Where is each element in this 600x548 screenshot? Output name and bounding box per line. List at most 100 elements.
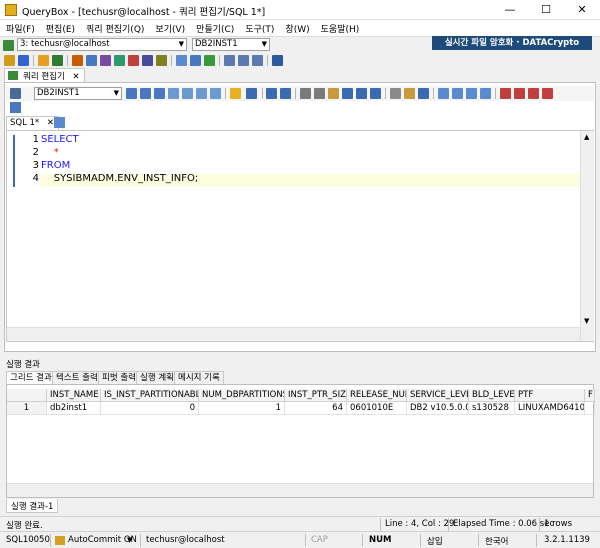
flag-clear-icon[interactable] (542, 88, 553, 99)
lowercase-icon[interactable] (480, 88, 491, 99)
indent-icon[interactable] (438, 88, 449, 99)
uncomment-icon[interactable] (210, 88, 221, 99)
scroll-down-icon[interactable]: ▼ (584, 317, 589, 325)
menu-view[interactable]: 보기(V) (149, 20, 190, 35)
column-header[interactable]: F (585, 389, 595, 402)
table-cell[interactable] (585, 402, 595, 415)
menu-tools[interactable]: 도구(T) (239, 20, 279, 35)
history-icon[interactable] (404, 88, 415, 99)
execute-icon[interactable] (126, 88, 137, 99)
open-file-icon[interactable] (230, 88, 241, 99)
goto-icon[interactable] (370, 88, 381, 99)
bookmark-icon[interactable] (418, 88, 429, 99)
table-cell[interactable]: 1 (199, 402, 285, 415)
table-cell[interactable]: LINUXAMD64105 (515, 402, 585, 415)
table-cell[interactable]: 0601010E (347, 402, 407, 415)
column-header[interactable]: INST_PTR_SIZE (285, 389, 347, 402)
format-icon[interactable] (182, 88, 193, 99)
column-header[interactable]: NUM_DBPARTITIONS (199, 389, 285, 402)
sequence-icon[interactable] (156, 55, 167, 66)
view-icon[interactable] (100, 55, 111, 66)
table-cell[interactable]: s130528 (469, 402, 515, 415)
schema-icon[interactable] (72, 55, 83, 66)
schema-select[interactable]: DB2INST1 ▼ (34, 87, 122, 100)
window-icon[interactable] (176, 55, 187, 66)
sql-editor[interactable]: 1 2 3 4 SELECT * FROM SYSIBMADM.ENV_INST… (6, 130, 594, 342)
table-cell[interactable]: 0 (101, 402, 199, 415)
refresh-icon[interactable] (204, 55, 215, 66)
settings-icon[interactable] (10, 88, 21, 99)
tab-sql-1[interactable]: SQL 1* ✕ (6, 116, 60, 130)
panel-icon[interactable] (252, 55, 263, 66)
outdent-icon[interactable] (452, 88, 463, 99)
flag-prev-icon[interactable] (528, 88, 539, 99)
table-cell[interactable]: db2inst1 (47, 402, 101, 415)
tab-result-1[interactable]: 실행 결과-1 (6, 499, 59, 513)
column-header[interactable]: SERVICE_LEVEL (407, 389, 469, 402)
column-header[interactable]: RELEASE_NUM (347, 389, 407, 402)
menu-create[interactable]: 만들기(C) (190, 20, 239, 35)
tab-text-output[interactable]: 텍스트 출력 (52, 371, 102, 384)
paste-icon[interactable] (328, 88, 339, 99)
menu-edit[interactable]: 편집(E) (40, 20, 80, 35)
copy-icon[interactable] (314, 88, 325, 99)
column-header[interactable]: PTF (515, 389, 585, 402)
flag-icon[interactable] (500, 88, 511, 99)
datacrypto-banner[interactable]: 실시간 파일 암호화 · DATACrypto (432, 36, 592, 50)
cut-icon[interactable] (300, 88, 311, 99)
tab-pivot-output[interactable]: 피벗 출력 (98, 371, 140, 384)
menu-file[interactable]: 파일(F) (0, 20, 40, 35)
chevron-down-icon[interactable]: ▼ (127, 536, 132, 544)
save-icon[interactable] (246, 88, 257, 99)
menu-window[interactable]: 창(W) (279, 20, 314, 35)
clear-icon[interactable] (390, 88, 401, 99)
menu-help[interactable]: 도움말(H) (315, 20, 365, 35)
connect-icon[interactable] (4, 55, 15, 66)
execute-script-icon[interactable] (140, 88, 151, 99)
replace-icon[interactable] (356, 88, 367, 99)
close-icon[interactable]: ✕ (47, 118, 54, 128)
comment-icon[interactable] (196, 88, 207, 99)
database-select[interactable]: DB2INST1 ▼ (192, 38, 270, 51)
tab-execution-plan[interactable]: 실행 계획 (136, 371, 178, 384)
column-header[interactable]: BLD_LEVEL (469, 389, 515, 402)
new-query-icon[interactable] (38, 55, 49, 66)
vertical-scrollbar[interactable]: ▲ ▼ (580, 131, 594, 341)
grid-icon[interactable] (190, 55, 201, 66)
new-sql-icon[interactable] (10, 102, 21, 113)
layout-icon[interactable] (224, 55, 235, 66)
grid-horizontal-scrollbar[interactable] (7, 483, 593, 497)
redo-icon[interactable] (280, 88, 291, 99)
maximize-button[interactable]: ☐ (528, 0, 564, 20)
tab-query-editor[interactable]: 쿼리 편집기 ✕ (4, 68, 85, 82)
trigger-icon[interactable] (142, 55, 153, 66)
function-icon[interactable] (128, 55, 139, 66)
procedure-icon[interactable] (114, 55, 125, 66)
split-icon[interactable] (238, 55, 249, 66)
tab-message-log[interactable]: 메시지 기록 (174, 371, 224, 384)
close-button[interactable]: ✕ (564, 0, 600, 20)
horizontal-scrollbar[interactable] (7, 327, 580, 341)
column-header[interactable]: INST_NAME (47, 389, 101, 402)
uppercase-icon[interactable] (466, 88, 477, 99)
find-icon[interactable] (342, 88, 353, 99)
filter-icon[interactable] (272, 55, 283, 66)
column-header[interactable]: IS_INST_PARTITIONABLE (101, 389, 199, 402)
disconnect-icon[interactable] (18, 55, 29, 66)
explain-icon[interactable] (154, 88, 165, 99)
table-cell[interactable]: DB2 v10.5.0.0 (407, 402, 469, 415)
flag-next-icon[interactable] (514, 88, 525, 99)
tab-grid-result[interactable]: 그리드 결과 (6, 371, 56, 384)
stop-icon[interactable] (168, 88, 179, 99)
close-icon[interactable]: ✕ (73, 72, 80, 82)
menu-query-editor[interactable]: 쿼리 편집기(Q) (80, 20, 149, 35)
minimize-button[interactable]: — (492, 0, 528, 20)
add-tab-icon[interactable] (54, 117, 65, 128)
undo-icon[interactable] (266, 88, 277, 99)
connection-select[interactable]: 3: techusr@localhost ▼ (17, 38, 187, 51)
table-icon[interactable] (86, 55, 97, 66)
result-grid[interactable]: INST_NAME IS_INST_PARTITIONABLE NUM_DBPA… (6, 384, 595, 498)
open-icon[interactable] (52, 55, 63, 66)
scroll-up-icon[interactable]: ▲ (584, 133, 589, 141)
table-cell[interactable]: 64 (285, 402, 347, 415)
